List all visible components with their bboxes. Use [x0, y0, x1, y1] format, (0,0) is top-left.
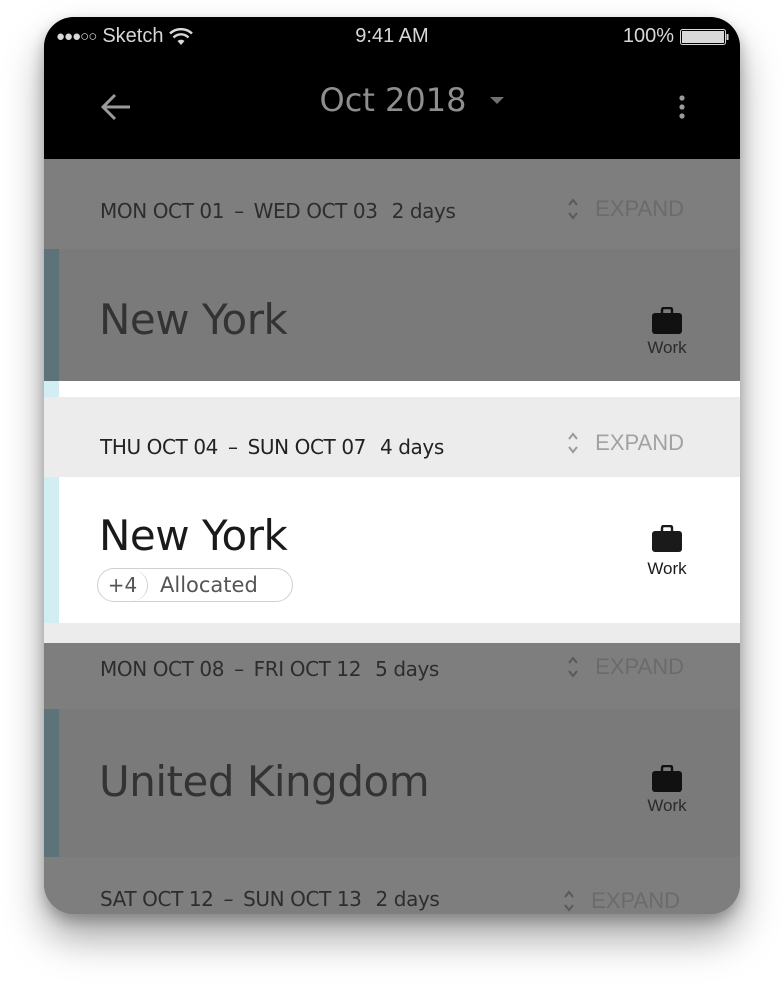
allocated-pill[interactable]: +4 Allocated	[97, 568, 293, 602]
trip-tag: Work	[642, 307, 692, 358]
range-end: FRI OCT 12	[253, 657, 362, 681]
nav-bar: Oct 2018	[44, 55, 740, 159]
expand-label: EXPAND	[595, 654, 684, 679]
trip-title: New York	[99, 511, 288, 560]
expand-button[interactable]: EXPAND	[567, 195, 684, 223]
expand-button[interactable]: EXPAND	[567, 429, 684, 457]
expand-chevrons-icon	[564, 890, 574, 912]
battery-percent: 100%	[622, 25, 674, 47]
expand-chevrons-icon	[568, 656, 578, 678]
range-days: 5 days	[375, 657, 439, 681]
expand-label: EXPAND	[595, 196, 684, 221]
more-vert-icon[interactable]	[670, 89, 694, 125]
card-spacer	[44, 381, 740, 397]
expand-chevrons-icon	[568, 198, 578, 220]
trip-tag: Work	[642, 525, 692, 579]
range-separator: –	[234, 657, 244, 681]
range-end: WED OCT 03	[253, 199, 378, 223]
card-spacer	[44, 623, 740, 643]
status-right: 100%	[623, 25, 730, 48]
date-range-text: THU OCT 04 – SUN OCT 07 4 days	[100, 435, 444, 459]
range-start: MON OCT 01	[100, 199, 225, 223]
month-selector[interactable]: Oct 2018	[320, 81, 505, 119]
date-range-text: MON OCT 01 – WED OCT 03 2 days	[100, 199, 456, 223]
date-range-text: MON OCT 08 – FRI OCT 12 5 days	[100, 657, 439, 681]
title-wrap: Oct 2018	[44, 81, 740, 119]
battery-icon	[680, 28, 729, 45]
range-days: 2 days	[375, 887, 440, 911]
trip-title: United Kingdom	[99, 757, 430, 806]
range-end: SUN OCT 07	[247, 435, 367, 459]
date-range-header: MON OCT 01 – WED OCT 03 2 days EXPAND	[44, 159, 740, 249]
range-days: 4 days	[379, 435, 444, 459]
trip-card-selected[interactable]: New York +4 Allocated Work	[44, 477, 740, 623]
trip-list: MON OCT 01 – WED OCT 03 2 days EXPAND Ne…	[44, 159, 740, 914]
date-range-header: SAT OCT 12 – SUN OCT 13 2 days EXPAND	[44, 857, 740, 914]
allocated-label: Allocated	[160, 573, 258, 597]
range-start: THU OCT 04	[100, 435, 218, 459]
range-days: 2 days	[391, 199, 456, 223]
trip-tag-label: Work	[647, 796, 687, 815]
date-range-text: SAT OCT 12 – SUN OCT 13 2 days	[100, 887, 440, 911]
expand-label: EXPAND	[591, 888, 680, 913]
allocated-count: +4	[98, 569, 148, 601]
range-separator: –	[234, 199, 244, 223]
expand-button[interactable]: EXPAND	[567, 653, 684, 681]
trip-card[interactable]: United Kingdom Work	[44, 709, 740, 857]
expand-chevrons-icon	[568, 432, 578, 454]
status-bar: ●●●○○ Sketch 9:41 AM 100%	[44, 17, 740, 55]
range-separator: –	[227, 435, 238, 459]
page-title: Oct 2018	[319, 81, 467, 119]
date-range-header: THU OCT 04 – SUN OCT 07 4 days EXPAND	[44, 397, 740, 477]
range-end: SUN OCT 13	[243, 887, 362, 911]
trip-tag-label: Work	[647, 559, 687, 578]
briefcase-icon	[652, 765, 682, 792]
phone-frame: ●●●○○ Sketch 9:41 AM 100% Oct 2018 MON O…	[44, 17, 740, 914]
trip-tag-label: Work	[647, 338, 687, 357]
expand-button[interactable]: EXPAND	[563, 887, 680, 914]
range-start: SAT OCT 12	[100, 887, 214, 911]
trip-tag: Work	[642, 765, 692, 816]
trip-card[interactable]: New York Work	[44, 249, 740, 381]
date-range-header: MON OCT 08 – FRI OCT 12 5 days EXPAND	[44, 643, 740, 709]
expand-label: EXPAND	[595, 430, 684, 455]
trip-title: New York	[99, 295, 288, 344]
range-start: MON OCT 08	[100, 657, 225, 681]
briefcase-icon	[652, 307, 682, 334]
caret-down-icon	[490, 97, 505, 104]
briefcase-icon	[652, 525, 682, 552]
range-separator: –	[223, 887, 234, 911]
